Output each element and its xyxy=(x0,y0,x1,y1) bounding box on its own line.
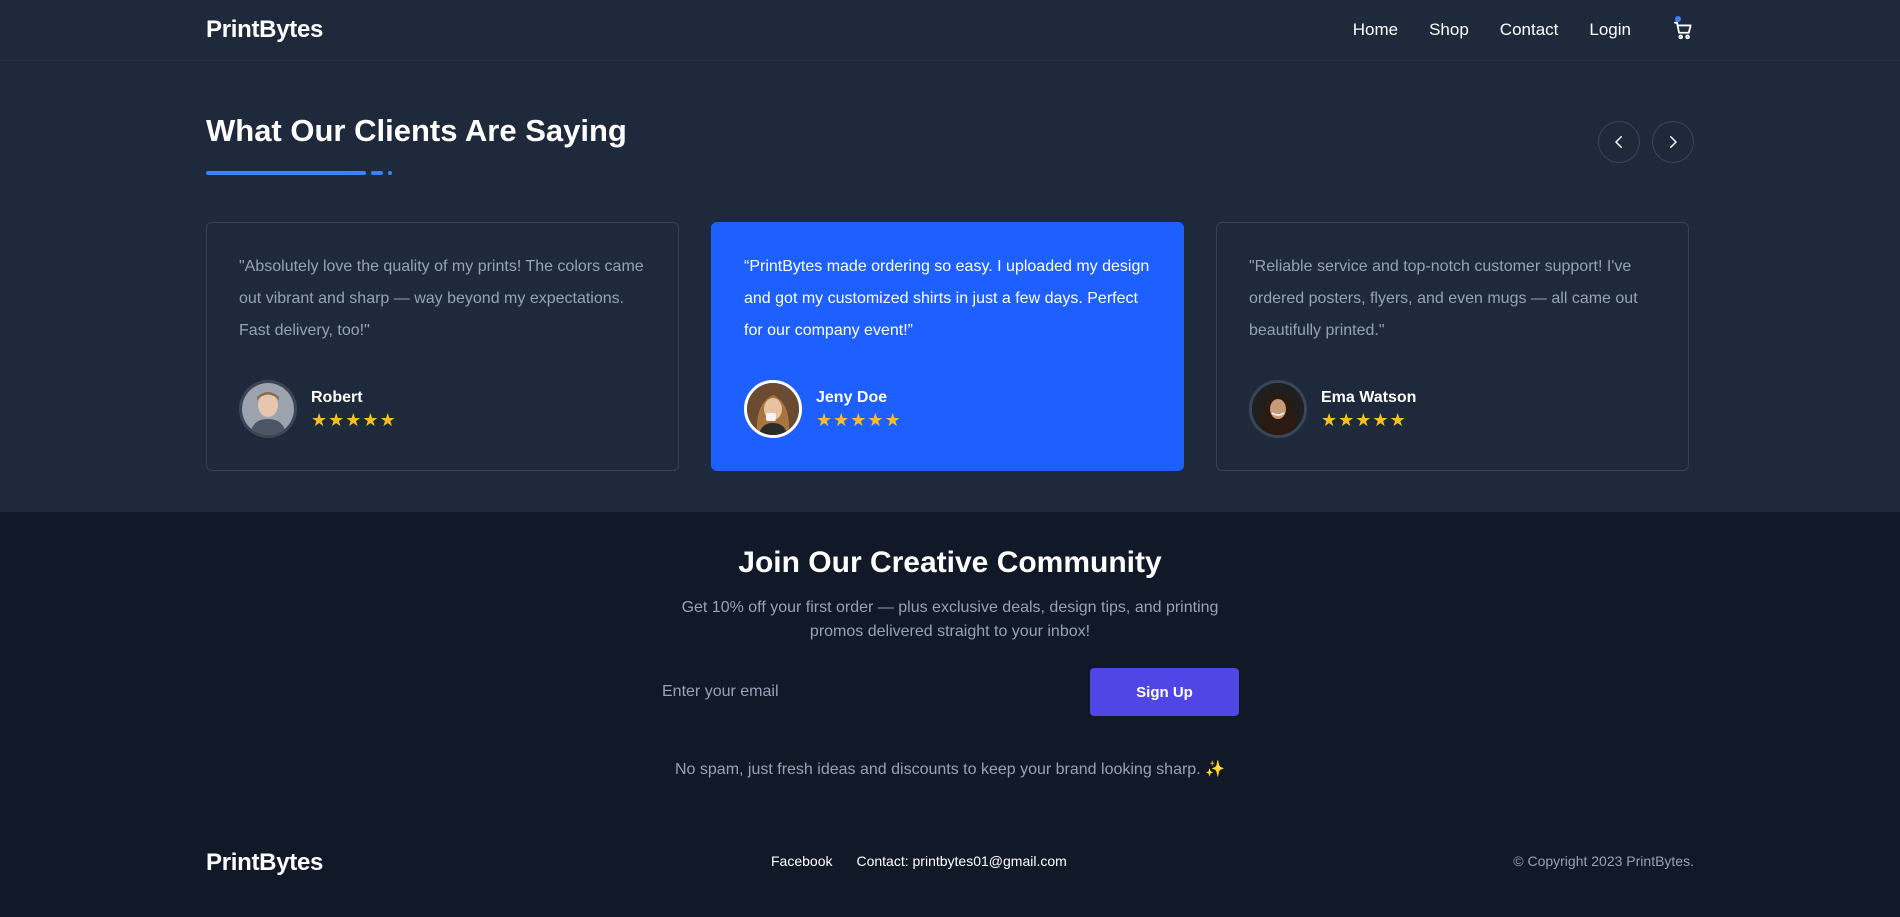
testimonial-card: "Reliable service and top-notch customer… xyxy=(1216,222,1689,471)
footer-logo[interactable]: PrintBytes xyxy=(206,849,323,877)
star-icon: ★ xyxy=(1389,410,1406,430)
star-icon: ★ xyxy=(867,410,884,430)
star-icon: ★ xyxy=(816,410,833,430)
footer-links: Facebook Contact: printbytes01@gmail.com xyxy=(771,853,1067,869)
newsletter-subtitle: Get 10% off your first order — plus excl… xyxy=(681,599,1219,640)
avatar xyxy=(744,380,802,438)
testimonial-quote: "Reliable service and top-notch customer… xyxy=(1249,258,1638,339)
avatar xyxy=(239,380,297,438)
email-input[interactable] xyxy=(650,668,1080,716)
testimonial-quote: "Absolutely love the quality of my print… xyxy=(239,258,644,339)
cart-icon[interactable] xyxy=(1672,16,1694,41)
star-icon: ★ xyxy=(362,410,379,430)
testimonial-author: Robert ★ ★ ★ ★ ★ xyxy=(239,380,646,438)
star-icon: ★ xyxy=(1321,410,1338,430)
testimonial-card: "Absolutely love the quality of my print… xyxy=(206,222,679,471)
sign-up-button[interactable]: Sign Up xyxy=(1090,668,1239,716)
star-icon: ★ xyxy=(311,410,328,430)
star-rating: ★ ★ ★ ★ ★ xyxy=(816,411,901,429)
newsletter-note: No spam, just fresh ideas and discounts … xyxy=(675,761,1225,778)
testimonials-title: What Our Clients Are Saying xyxy=(206,113,627,148)
star-icon: ★ xyxy=(345,410,362,430)
newsletter-title: Join Our Creative Community xyxy=(738,546,1162,579)
testimonial-card-active: “PrintBytes made ordering so easy. I upl… xyxy=(711,222,1184,471)
nav-login-link[interactable]: Login xyxy=(1589,20,1631,40)
carousel-arrows xyxy=(1598,121,1694,163)
nav-shop-link[interactable]: Shop xyxy=(1429,20,1469,40)
author-name: Ema Watson xyxy=(1321,389,1417,406)
author-name: Jeny Doe xyxy=(816,389,888,406)
newsletter-form: Sign Up xyxy=(650,668,1239,716)
avatar xyxy=(1249,380,1307,438)
star-icon: ★ xyxy=(1338,410,1355,430)
nav-home-link[interactable]: Home xyxy=(1353,20,1398,40)
title-underline xyxy=(206,170,392,175)
top-nav: PrintBytes Home Shop Contact Login xyxy=(0,0,1900,61)
facebook-link[interactable]: Facebook xyxy=(771,853,832,869)
testimonial-author: Jeny Doe ★ ★ ★ ★ ★ xyxy=(744,380,1151,438)
nav-links: Home Shop Contact Login xyxy=(1353,16,1694,41)
chevron-left-icon[interactable] xyxy=(1598,121,1640,163)
testimonial-author: Ema Watson ★ ★ ★ ★ ★ xyxy=(1249,380,1656,438)
brand-logo[interactable]: PrintBytes xyxy=(206,16,323,44)
star-icon: ★ xyxy=(833,410,850,430)
star-icon: ★ xyxy=(1372,410,1389,430)
star-rating: ★ ★ ★ ★ ★ xyxy=(1321,411,1416,429)
testimonial-cards: "Absolutely love the quality of my print… xyxy=(206,222,1689,471)
star-icon: ★ xyxy=(850,410,867,430)
newsletter-section: Join Our Creative Community Get 10% off … xyxy=(0,512,1900,865)
footer: PrintBytes Facebook Contact: printbytes0… xyxy=(0,849,1900,917)
cart-badge-dot xyxy=(1675,16,1681,22)
chevron-right-icon[interactable] xyxy=(1652,121,1694,163)
testimonial-quote: “PrintBytes made ordering so easy. I upl… xyxy=(744,258,1150,339)
nav-contact-link[interactable]: Contact xyxy=(1500,20,1559,40)
star-rating: ★ ★ ★ ★ ★ xyxy=(311,411,396,429)
star-icon: ★ xyxy=(884,410,901,430)
copyright-text: © Copyright 2023 PrintBytes. xyxy=(1513,853,1694,869)
star-icon: ★ xyxy=(1355,410,1372,430)
star-icon: ★ xyxy=(328,410,345,430)
star-icon: ★ xyxy=(379,410,396,430)
testimonials-section: What Our Clients Are Saying "Absolutely … xyxy=(0,61,1900,512)
contact-email-link[interactable]: Contact: printbytes01@gmail.com xyxy=(856,853,1066,869)
author-name: Robert xyxy=(311,389,363,406)
